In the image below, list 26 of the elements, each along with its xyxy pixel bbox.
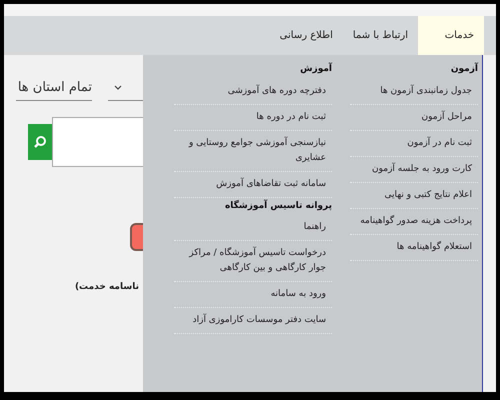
menu-link[interactable]: سایت دفتر موسسات کاراموزی آزاد	[174, 308, 332, 334]
menu-heading: آموزش	[299, 62, 332, 76]
menu-link[interactable]: مراحل آزمون	[350, 104, 478, 130]
menu-link[interactable]: نیازسنجی آموزشی جوامع روستایی و عشایری	[174, 130, 332, 172]
nav-tab[interactable]: اطلاع رسانی	[270, 16, 343, 55]
menu-link[interactable]: راهنما	[174, 215, 332, 241]
nav-tab[interactable]: خدمات	[418, 16, 484, 55]
menu-link[interactable]: کارت ورود به جلسه آزمون	[350, 156, 478, 182]
menu-link[interactable]: ورود به سامانه	[174, 282, 332, 308]
search-icon	[33, 135, 47, 149]
menu-heading: پروانه تاسیس آموزشگاه	[224, 198, 332, 212]
menu-link[interactable]: اعلام نتایج کتبی و نهایی	[350, 182, 478, 208]
menu-link[interactable]: سامانه ثبت تقاضاهای آموزش	[174, 172, 332, 198]
menu-heading: آزمون	[450, 62, 478, 76]
menu-link[interactable]: ثبت نام در آزمون	[350, 130, 478, 156]
caption-text: ناسامه خدمت)	[74, 281, 139, 294]
menu-link[interactable]: درخواست تاسیس آموزشگاه / مراکز جوار کارگاهی و بین کارگاهی	[174, 241, 332, 282]
chevron-icon	[114, 84, 122, 90]
search-button[interactable]	[28, 124, 52, 160]
menu-link[interactable]: استعلام گواهینامه ها	[350, 234, 478, 260]
menu-link[interactable]: جدول زمانبندی آزمون ها	[350, 78, 478, 104]
nav-tab[interactable]: ارتباط با شما	[342, 16, 418, 55]
menu-link[interactable]: پرداخت هزینه صدور گواهینامه	[350, 208, 478, 234]
menu-link[interactable]: ثبت نام در دوره ها	[174, 104, 332, 130]
menu-link[interactable]: دفترچه دوره های آموزشی	[174, 78, 332, 104]
province-select[interactable]: تمام استان ها	[16, 75, 92, 101]
